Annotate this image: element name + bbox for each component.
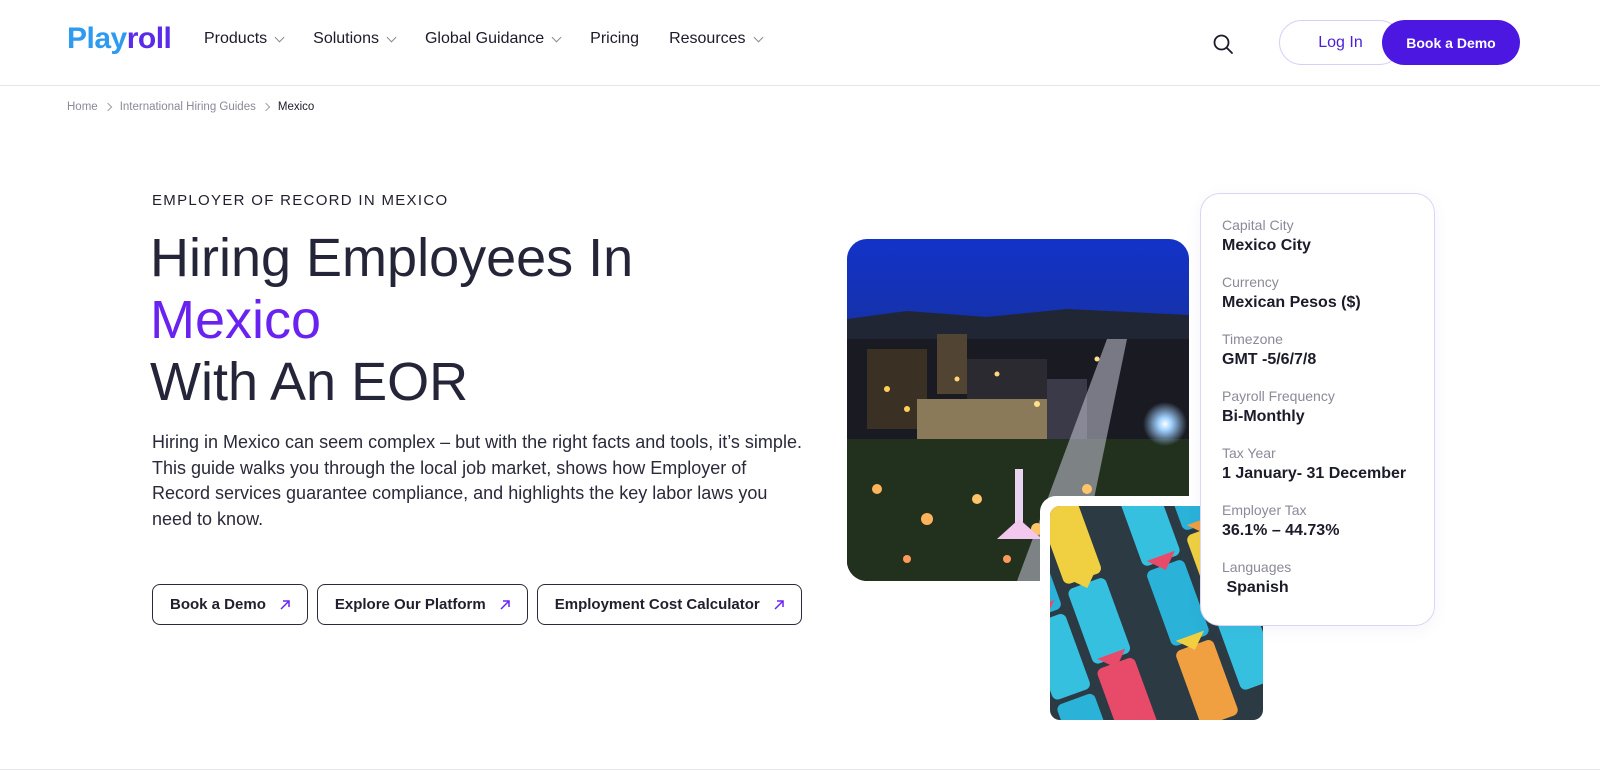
hero-intro: Hiring in Mexico can seem complex – but … bbox=[152, 432, 802, 529]
fact-value: Mexican Pesos ($) bbox=[1222, 294, 1361, 311]
nav-global-guidance-label: Global Guidance bbox=[424, 30, 545, 47]
nav-products-label: Products bbox=[204, 30, 268, 47]
fact-label: Capital City bbox=[1222, 217, 1294, 233]
nav-products[interactable]: Products bbox=[204, 30, 285, 48]
fact-value: 1 January- 31 December bbox=[1222, 465, 1407, 482]
fact-label: Employer Tax bbox=[1222, 502, 1307, 518]
logo-text-play: Play bbox=[67, 22, 127, 55]
hero-eyebrow: EMPLOYER OF RECORD IN MEXICO bbox=[152, 192, 449, 209]
fact-payroll-frequency: Payroll Frequency Bi-Monthly bbox=[1222, 388, 1434, 429]
playroll-logo[interactable]: Playroll bbox=[67, 22, 172, 56]
chevron-down-icon bbox=[753, 32, 763, 42]
fact-currency: Currency Mexican Pesos ($) bbox=[1222, 274, 1434, 315]
nav-pricing[interactable]: Pricing bbox=[590, 30, 639, 48]
headline-accent: Mexico bbox=[150, 290, 322, 350]
breadcrumb-current: Mexico bbox=[277, 101, 315, 113]
fact-capital-city: Capital City Mexico City bbox=[1222, 217, 1434, 258]
fact-value: Mexico City bbox=[1222, 237, 1311, 254]
chevron-right-icon bbox=[261, 102, 271, 112]
explore-platform-label: Explore Our Platform bbox=[334, 596, 486, 613]
nav-resources-label: Resources bbox=[669, 30, 746, 47]
breadcrumb: Home International Hiring Guides Mexico bbox=[67, 101, 314, 113]
chevron-right-icon bbox=[103, 102, 112, 112]
fact-label: Timezone bbox=[1222, 331, 1283, 347]
nav-global-guidance[interactable]: Global Guidance bbox=[424, 30, 562, 48]
book-demo-button[interactable]: Book a Demo bbox=[152, 584, 308, 625]
chevron-down-icon bbox=[551, 32, 562, 42]
nav-pricing-label: Pricing bbox=[590, 30, 640, 47]
breadcrumb-hiring-guides[interactable]: International Hiring Guides bbox=[120, 101, 256, 113]
explore-platform-button[interactable]: Explore Our Platform bbox=[316, 584, 528, 625]
fact-languages: Languages Spanish bbox=[1222, 559, 1434, 600]
fact-label: Languages bbox=[1222, 559, 1292, 575]
arrow-up-right-icon bbox=[280, 599, 290, 610]
cost-calculator-button[interactable]: Employment Cost Calculator bbox=[536, 584, 802, 625]
headline-line-1: Hiring Employees In bbox=[150, 228, 634, 288]
page-title: Hiring Employees In Mexico With An EOR bbox=[150, 227, 633, 413]
nav-resources[interactable]: Resources bbox=[669, 30, 763, 48]
arrow-up-right-icon bbox=[774, 599, 784, 610]
chevron-down-icon bbox=[386, 32, 397, 42]
fact-value: GMT -5/6/7/8 bbox=[1222, 351, 1317, 368]
nav-solutions[interactable]: Solutions bbox=[313, 30, 397, 48]
cta-row: Book a Demo Explore Our Platform Employm… bbox=[152, 584, 802, 625]
chevron-down-icon bbox=[274, 32, 285, 42]
breadcrumb-home[interactable]: Home bbox=[67, 101, 98, 113]
search-icon[interactable] bbox=[1212, 33, 1234, 55]
cost-calculator-label: Employment Cost Calculator bbox=[554, 596, 760, 613]
logo-text-roll: roll bbox=[126, 22, 172, 55]
nav-solutions-label: Solutions bbox=[313, 30, 379, 47]
arrow-up-right-icon bbox=[500, 599, 510, 610]
fact-value: Spanish bbox=[1222, 579, 1289, 596]
book-demo-header-button[interactable]: Book a Demo bbox=[1382, 20, 1520, 65]
headline-line-3: With An EOR bbox=[150, 352, 469, 412]
fact-timezone: Timezone GMT -5/6/7/8 bbox=[1222, 331, 1434, 372]
fact-tax-year: Tax Year 1 January- 31 December bbox=[1222, 445, 1434, 486]
fact-label: Currency bbox=[1222, 274, 1279, 290]
site-header: Playroll Products Solutions Global Guida… bbox=[0, 0, 1600, 86]
fact-label: Tax Year bbox=[1222, 445, 1276, 461]
fact-employer-tax: Employer Tax 36.1% – 44.73% bbox=[1222, 502, 1434, 543]
fact-value: Bi-Monthly bbox=[1222, 408, 1305, 425]
main-nav: Products Solutions Global Guidance Prici… bbox=[204, 30, 792, 48]
fact-label: Payroll Frequency bbox=[1222, 388, 1335, 404]
book-demo-label: Book a Demo bbox=[170, 596, 266, 613]
fact-value: 36.1% – 44.73% bbox=[1222, 522, 1340, 539]
country-facts-card: Capital City Mexico City Currency Mexica… bbox=[1200, 193, 1435, 626]
